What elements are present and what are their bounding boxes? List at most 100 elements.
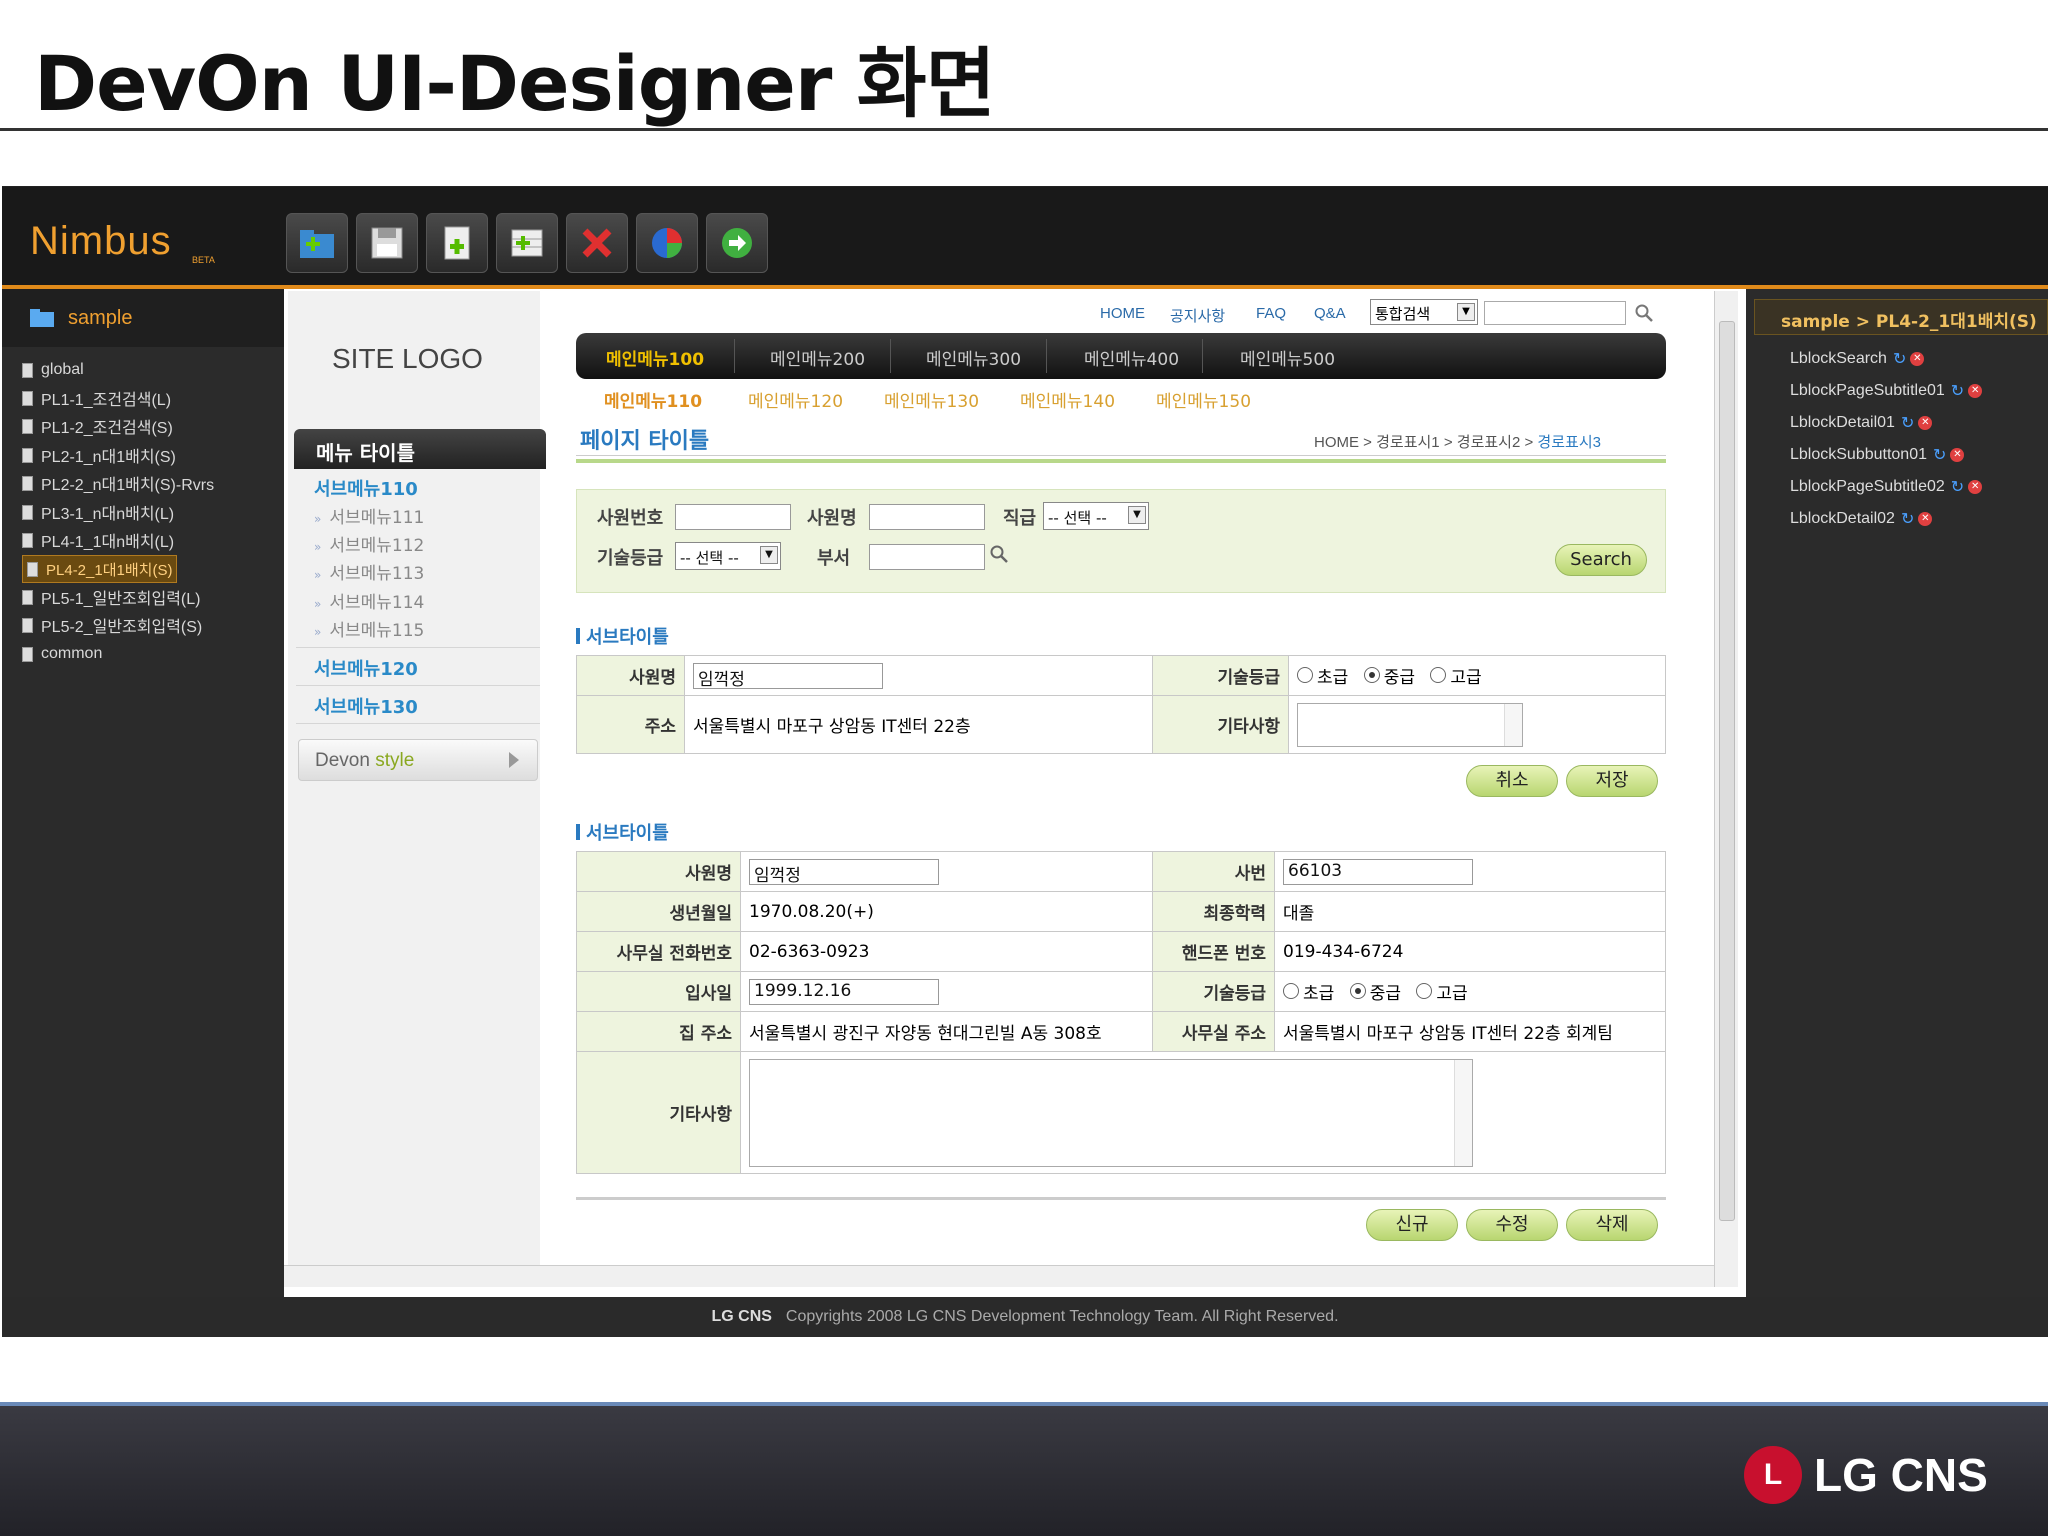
nav-item[interactable]: » 서브메뉴114	[314, 588, 424, 613]
folder-add-button[interactable]	[286, 213, 348, 273]
color-wheel-button[interactable]	[636, 213, 698, 273]
top-link-qa[interactable]: Q&A	[1314, 305, 1346, 322]
search-icon[interactable]	[1634, 303, 1654, 323]
skill-radio-intermediate[interactable]: 중급	[1349, 979, 1401, 1004]
sub-menu-110[interactable]: 메인메뉴110	[604, 387, 702, 412]
tree-item[interactable]: PL3-1_n대n배치(L)	[22, 499, 180, 525]
run-button[interactable]	[706, 213, 768, 273]
form-divider	[576, 1197, 1666, 1200]
add-row-button[interactable]	[496, 213, 558, 273]
top-link-notice[interactable]: 공지사항	[1170, 305, 1225, 326]
nav-item[interactable]: » 서브메뉴111	[314, 503, 424, 528]
new-page-button[interactable]	[426, 213, 488, 273]
tree-item[interactable]: PL5-2_일반조회입력(S)	[22, 612, 208, 638]
sub-menu-120[interactable]: 메인메뉴120	[748, 387, 843, 412]
etc-textarea[interactable]	[1297, 702, 1523, 747]
tree-item-selected[interactable]: PL4-2_1대1배치(S)	[22, 555, 178, 583]
tree-item[interactable]: PL2-2_n대1배치(S)-Rvrs	[22, 470, 220, 496]
nav-item[interactable]: » 서브메뉴112	[314, 531, 424, 556]
name-input[interactable]: 임꺽정	[693, 662, 883, 690]
tree-item[interactable]: PL2-1_n대1배치(S)	[22, 442, 182, 468]
component-item[interactable]: LblockPageSubtitle02 ↻ ✕	[1790, 477, 1983, 497]
emp-name-input[interactable]	[869, 504, 985, 530]
breadcrumb-home[interactable]: HOME	[1314, 434, 1359, 451]
refresh-icon[interactable]: ↻	[1893, 349, 1906, 369]
skill-select[interactable]: -- 선택 -- ▼	[675, 542, 781, 570]
save-button[interactable]	[356, 213, 418, 273]
delete-button[interactable]: 삭제	[1566, 1209, 1658, 1241]
cancel-button[interactable]: 취소	[1466, 765, 1558, 797]
horizontal-scrollbar[interactable]	[284, 1265, 1714, 1287]
main-menu-300[interactable]: 메인메뉴300	[926, 345, 1021, 370]
refresh-icon[interactable]: ↻	[1933, 445, 1946, 465]
new-button[interactable]: 신규	[1366, 1209, 1458, 1241]
emp-no-input[interactable]	[675, 504, 791, 530]
devon-style-banner[interactable]: Devon style	[298, 739, 538, 781]
remove-icon[interactable]: ✕	[1918, 512, 1933, 526]
tree-item[interactable]: PL4-1_1대n배치(L)	[22, 527, 180, 553]
dept-input[interactable]	[869, 544, 985, 570]
top-search-input[interactable]	[1484, 301, 1626, 325]
tree-item-common[interactable]: common	[22, 641, 108, 667]
sub-menu-140[interactable]: 메인메뉴140	[1020, 387, 1115, 412]
tree-root[interactable]: sample	[2, 289, 284, 347]
nav-heading-110[interactable]: 서브메뉴110	[314, 475, 418, 501]
tree-item[interactable]: PL1-1_조건검색(L)	[22, 385, 177, 411]
breadcrumb-item[interactable]: 경로표시2	[1457, 434, 1521, 451]
nav-heading-130[interactable]: 서브메뉴130	[314, 693, 418, 719]
main-menu-200[interactable]: 메인메뉴200	[770, 345, 865, 370]
sub-menu-150[interactable]: 메인메뉴150	[1156, 387, 1251, 412]
component-item[interactable]: LblockSearch ↻ ✕	[1790, 349, 1925, 369]
tree-item-global[interactable]: global	[22, 357, 90, 383]
top-link-home[interactable]: HOME	[1100, 305, 1145, 322]
search-button[interactable]: Search	[1555, 544, 1647, 576]
delete-button[interactable]	[566, 213, 628, 273]
refresh-icon[interactable]: ↻	[1901, 509, 1914, 529]
app-footer: LG CNS Copyrights 2008 LG CNS Developmen…	[2, 1297, 2048, 1337]
form-cell: 1999.12.16	[740, 971, 1153, 1012]
radio-label: 초급	[1303, 983, 1335, 1004]
main-menu-400[interactable]: 메인메뉴400	[1084, 345, 1179, 370]
scrollbar[interactable]	[1504, 703, 1522, 746]
refresh-icon[interactable]: ↻	[1951, 381, 1964, 401]
save-button[interactable]: 저장	[1566, 765, 1658, 797]
skill-radio-advanced[interactable]: 고급	[1430, 663, 1482, 688]
tree-item[interactable]: PL5-1_일반조회입력(L)	[22, 584, 206, 610]
remove-icon[interactable]: ✕	[1968, 480, 1983, 494]
breadcrumb-item[interactable]: 경로표시1	[1376, 434, 1440, 451]
search-scope-select[interactable]: 통합검색 ▼	[1370, 299, 1478, 325]
tree-item[interactable]: PL1-2_조건검색(S)	[22, 413, 179, 439]
refresh-icon[interactable]: ↻	[1951, 477, 1964, 497]
join-date-input[interactable]: 1999.12.16	[749, 978, 939, 1005]
main-menu-500[interactable]: 메인메뉴500	[1240, 345, 1335, 370]
component-item[interactable]: LblockDetail02 ↻ ✕	[1790, 509, 1933, 529]
position-select[interactable]: -- 선택 -- ▼	[1043, 502, 1149, 530]
radio-circle	[1363, 667, 1380, 684]
sub-menu-130[interactable]: 메인메뉴130	[884, 387, 979, 412]
nav-item[interactable]: » 서브메뉴113	[314, 559, 424, 584]
remove-icon[interactable]: ✕	[1968, 384, 1983, 398]
emp-no-input[interactable]: 66103	[1283, 858, 1473, 885]
skill-radio-beginner[interactable]: 초급	[1283, 979, 1334, 1004]
skill-radio-beginner[interactable]: 초급	[1297, 663, 1348, 688]
component-item[interactable]: LblockDetail01 ↻ ✕	[1790, 413, 1933, 433]
top-link-faq[interactable]: FAQ	[1256, 305, 1286, 322]
edit-button[interactable]: 수정	[1466, 1209, 1558, 1241]
scroll-thumb[interactable]	[1719, 321, 1735, 1221]
nav-heading-120[interactable]: 서브메뉴120	[314, 655, 418, 681]
remove-icon[interactable]: ✕	[1910, 352, 1925, 366]
component-item[interactable]: LblockSubbutton01 ↻ ✕	[1790, 445, 1965, 465]
scrollbar[interactable]	[1454, 1059, 1472, 1166]
etc-textarea[interactable]	[749, 1058, 1473, 1167]
remove-icon[interactable]: ✕	[1918, 416, 1933, 430]
skill-radio-advanced[interactable]: 고급	[1416, 979, 1468, 1004]
search-icon[interactable]	[989, 544, 1009, 564]
remove-icon[interactable]: ✕	[1950, 448, 1965, 462]
nav-item[interactable]: » 서브메뉴115	[314, 616, 424, 641]
component-item[interactable]: LblockPageSubtitle01 ↻ ✕	[1790, 381, 1983, 401]
name-input[interactable]: 임꺽정	[749, 858, 939, 886]
skill-radio-intermediate[interactable]: 중급	[1363, 663, 1415, 688]
vertical-scrollbar[interactable]	[1714, 291, 1738, 1287]
main-menu-100[interactable]: 메인메뉴100	[606, 345, 704, 370]
refresh-icon[interactable]: ↻	[1901, 413, 1914, 433]
